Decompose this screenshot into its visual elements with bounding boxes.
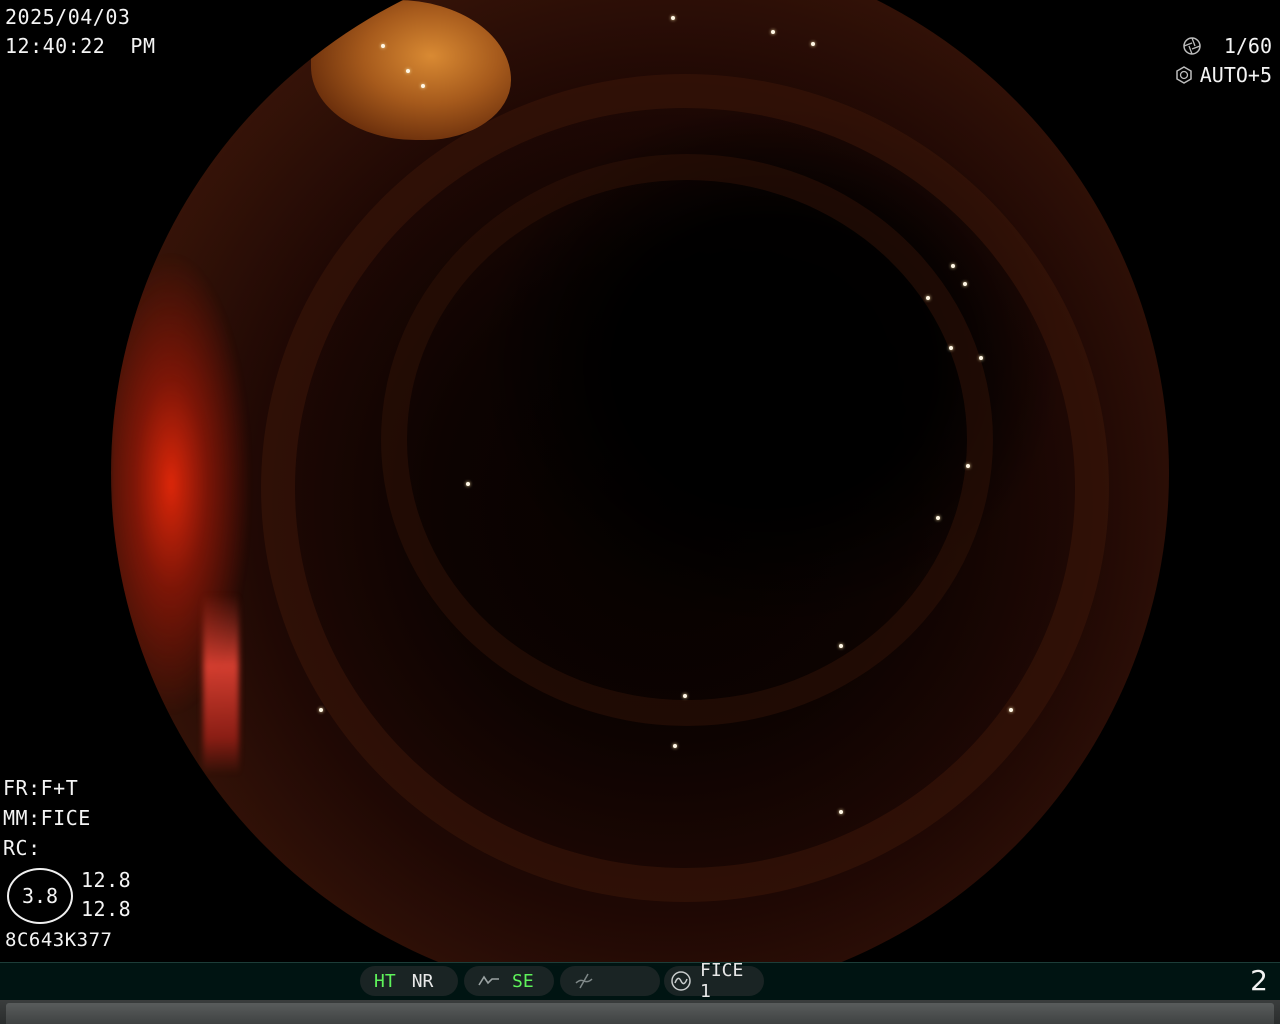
fice-indicator[interactable]: FICE 1: [664, 960, 764, 1002]
specular-highlight: [951, 264, 955, 268]
fr-setting: FR:F+T: [3, 776, 79, 800]
lumen-fold-inner: [381, 154, 993, 726]
iris-value: AUTO+5: [1199, 63, 1272, 87]
status-bar-lower-strip: [0, 1000, 1280, 1024]
se-indicator[interactable]: SE: [464, 966, 554, 996]
specular-highlight: [949, 346, 953, 350]
iris-readout: AUTO+5: [1174, 63, 1272, 87]
red-light-streak: [203, 594, 239, 774]
fice-wave-icon: [670, 970, 692, 992]
filter-indicator[interactable]: [560, 966, 660, 996]
specular-highlight: [421, 84, 425, 88]
time-text: 12:40:22 PM: [5, 34, 156, 58]
specular-highlight: [936, 516, 940, 520]
shutter-value: 1/60: [1223, 34, 1272, 58]
ht-label: HT: [374, 970, 396, 992]
scope-id: 8C643K377: [5, 929, 113, 951]
ht-nr-indicator[interactable]: HT NR: [360, 966, 458, 996]
specular-highlight: [1009, 708, 1013, 712]
enhance-curve-icon: [478, 973, 500, 989]
fice-label: FICE 1: [700, 960, 744, 1002]
gauge-bottom-value: 12.8: [81, 897, 132, 921]
specular-highlight: [963, 282, 967, 286]
filter-slash-icon: [574, 973, 594, 989]
specular-highlight: [839, 644, 843, 648]
specular-highlight: [926, 296, 930, 300]
se-label: SE: [512, 970, 534, 992]
specular-highlight: [683, 694, 687, 698]
mm-setting: MM:FICE: [3, 806, 91, 830]
specular-highlight: [771, 30, 775, 34]
nr-label: NR: [411, 970, 434, 992]
endoscope-screen: 2025/04/03 12:40:22 PM 1/60 AUTO+5 FR:F+…: [0, 0, 1280, 1024]
iris-icon: [1174, 65, 1194, 85]
gauge-value-circle: 3.8: [7, 868, 73, 924]
specular-highlight: [839, 810, 843, 814]
specular-highlight: [406, 69, 410, 73]
mucosa-highlight: [311, 0, 511, 140]
specular-highlight: [319, 708, 323, 712]
specular-highlight: [966, 464, 970, 468]
specular-highlight: [673, 744, 677, 748]
specular-highlight: [381, 44, 385, 48]
endoscopic-image: [111, 0, 1169, 1002]
specular-highlight: [811, 42, 815, 46]
aperture-icon: [1182, 36, 1202, 56]
rc-setting: RC:: [3, 836, 41, 860]
specular-highlight: [466, 482, 470, 486]
specular-highlight: [671, 16, 675, 20]
gauge-value: 3.8: [21, 884, 59, 908]
page-number: 2: [1250, 964, 1268, 997]
gauge-top-value: 12.8: [81, 868, 132, 892]
date-text: 2025/04/03: [5, 5, 131, 29]
specular-highlight: [979, 356, 983, 360]
shutter-readout: 1/60: [1182, 34, 1272, 58]
